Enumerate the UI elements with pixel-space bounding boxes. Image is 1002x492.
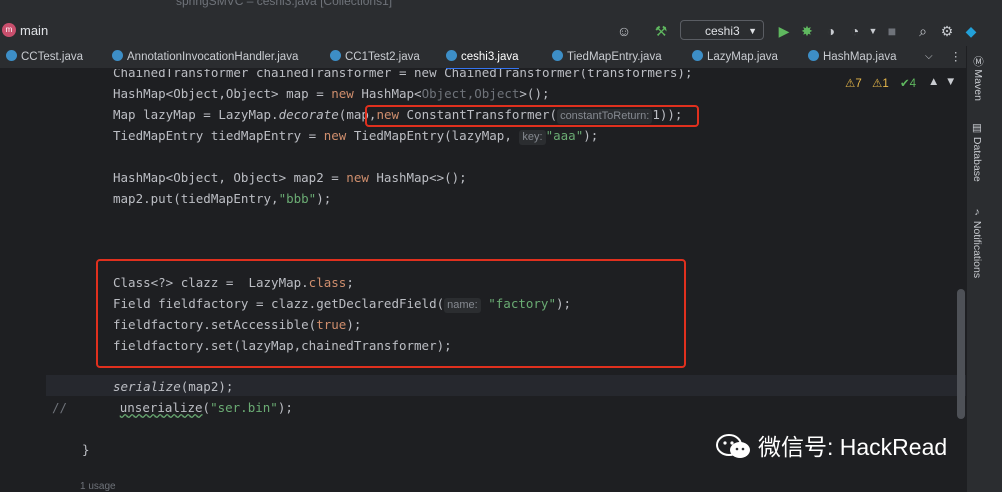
search-icon[interactable]: ⌕ — [914, 22, 932, 40]
next-issue-icon[interactable]: ▼ — [945, 76, 956, 88]
database-icon: ▤ — [971, 122, 983, 134]
tab-ceshi3[interactable]: ceshi3.java — [446, 46, 519, 70]
chevron-down-icon: ▼ — [748, 26, 757, 36]
settings-gear-icon[interactable]: ⚙ — [938, 22, 956, 40]
notifications-tool-button[interactable]: ♪ Notifications — [971, 206, 983, 278]
coverage-icon[interactable]: ◑ — [822, 22, 840, 40]
user-icon[interactable]: ☺ — [615, 22, 633, 40]
project-badge[interactable]: m — [2, 23, 16, 37]
build-hammer-icon[interactable]: ⚒ — [652, 22, 670, 40]
ok-count[interactable]: ✔4 — [900, 76, 916, 90]
java-class-icon — [6, 50, 17, 61]
warnings-count[interactable]: ⚠7 — [845, 76, 862, 90]
highlight-box-constant-transformer — [365, 105, 699, 127]
more-run-chevron-icon[interactable]: ▼ — [864, 22, 882, 40]
tab-label: TiedMapEntry.java — [567, 51, 662, 63]
more-options-icon[interactable]: ⋮ — [950, 46, 962, 68]
java-class-icon — [808, 50, 819, 61]
weak-warnings-count[interactable]: ⚠1 — [872, 76, 889, 90]
java-class-icon — [330, 50, 341, 61]
code-line: HashMap<Object,Object> map = new HashMap… — [113, 86, 550, 101]
tab-label: CC1Test2.java — [345, 51, 420, 63]
prev-issue-icon[interactable]: ▲ — [928, 76, 939, 88]
tab-label: CCTest.java — [21, 51, 83, 63]
tab-cctest[interactable]: CCTest.java — [6, 46, 83, 68]
run-config-select[interactable]: ceshi3 ▼ — [680, 20, 764, 40]
java-class-icon — [112, 50, 123, 61]
java-class-icon — [446, 50, 457, 61]
assistant-icon[interactable]: ◆ — [962, 22, 980, 40]
code-line: HashMap<Object, Object> map2 = new HashM… — [113, 170, 467, 185]
branch-selector[interactable]: main — [20, 23, 48, 38]
java-class-icon — [692, 50, 703, 61]
tab-label: HashMap.java — [823, 51, 897, 63]
highlight-box-reflection-block — [96, 259, 686, 368]
run-config-label: ceshi3 — [705, 24, 740, 38]
tabs-overflow-chevron-icon[interactable]: ⌵ — [925, 46, 933, 68]
run-icon[interactable]: ▶ — [775, 22, 793, 40]
bell-icon: ♪ — [971, 206, 983, 218]
debug-bug-icon[interactable]: ✸ — [798, 22, 816, 40]
tab-cc1test2[interactable]: CC1Test2.java — [330, 46, 420, 68]
wechat-watermark: 微信号: HackRead — [716, 428, 947, 462]
tab-annotationinvocationhandler[interactable]: AnnotationInvocationHandler.java — [112, 46, 298, 68]
code-line-commented: // unserialize("ser.bin"); — [52, 400, 293, 415]
tab-label: LazyMap.java — [707, 51, 778, 63]
editor-tabs: CCTest.java AnnotationInvocationHandler.… — [0, 46, 1002, 70]
profile-icon[interactable]: ◔ — [846, 22, 864, 40]
tab-label: AnnotationInvocationHandler.java — [127, 51, 299, 63]
code-line: } — [82, 442, 90, 457]
line-gutter — [0, 69, 46, 492]
code-line: map2.put(tiedMapEntry,"bbb"); — [113, 191, 332, 206]
code-line: TiedMapEntry tiedMapEntry = new TiedMapE… — [113, 128, 599, 145]
stop-icon[interactable]: ■ — [883, 22, 901, 40]
watermark-text: 微信号: HackRead — [758, 434, 948, 460]
java-class-icon — [552, 50, 563, 61]
param-hint: key: — [519, 130, 546, 145]
usages-hint[interactable]: 1 usage — [80, 481, 116, 492]
tab-label: ceshi3.java — [461, 51, 519, 63]
maven-tool-button[interactable]: Ⓜ Maven — [971, 56, 986, 101]
window-title: springSMVC – ceshi3.java [Collections1] — [176, 0, 393, 8]
vertical-scrollbar[interactable] — [957, 289, 965, 419]
main-toolbar: m main ☺ ⚒ ceshi3 ▼ ▶ ✸ ◑ ◔ ▼ ■ ⌕ ⚙ ◆ — [0, 10, 1002, 47]
right-tool-window-bar: Ⓜ Maven ▤ Database ♪ Notifications — [966, 46, 1002, 492]
tab-lazymap[interactable]: LazyMap.java — [692, 46, 778, 68]
window-title-bar: springSMVC – ceshi3.java [Collections1] — [0, 0, 1002, 10]
tab-tiedmapentry[interactable]: TiedMapEntry.java — [552, 46, 662, 68]
tab-hashmap[interactable]: HashMap.java — [808, 46, 897, 68]
code-line: serialize(map2); — [113, 379, 234, 394]
wechat-logo-icon — [716, 434, 750, 458]
database-tool-button[interactable]: ▤ Database — [971, 122, 983, 182]
maven-icon: Ⓜ — [972, 56, 984, 67]
code-line: ChainedTransformer chainedTransformer = … — [113, 69, 693, 80]
